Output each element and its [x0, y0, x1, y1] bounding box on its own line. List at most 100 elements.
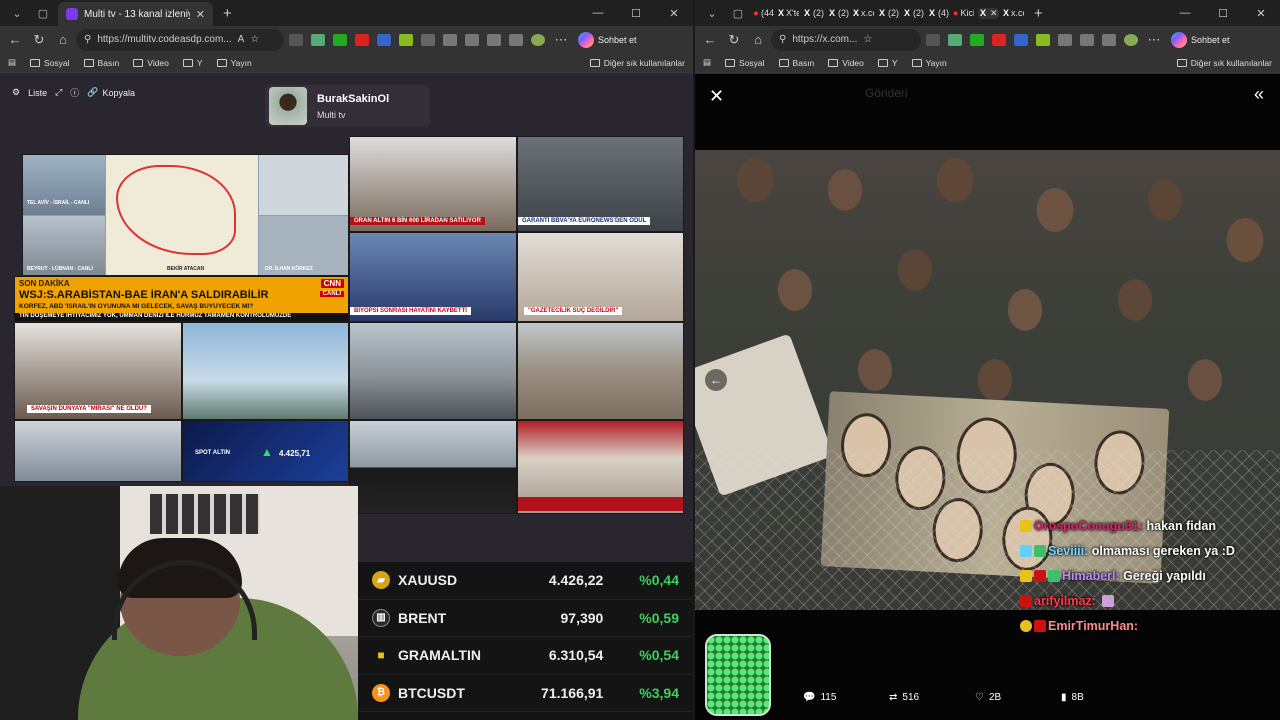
browser-tab[interactable]: X X'te	[778, 8, 799, 18]
channel-feed[interactable]: BİYOPSİ SONRASI HAYATINI KAYBETTİ	[349, 232, 517, 322]
collapse-sidebar-icon[interactable]: «	[1254, 84, 1264, 105]
info-icon[interactable]: ⓘ	[70, 86, 79, 99]
copilot-button[interactable]: Sohbet et	[578, 31, 637, 48]
channel-feed[interactable]	[349, 420, 517, 514]
list-button[interactable]: Liste	[28, 88, 47, 98]
reply-button[interactable]: 💬 115	[803, 692, 889, 703]
bookmark-folder[interactable]: Y	[877, 58, 898, 68]
copilot-button[interactable]: Sohbet et	[1171, 31, 1230, 48]
browser-tab[interactable]: X (2)	[903, 8, 924, 18]
bookmark-folder[interactable]: Yayın	[911, 58, 947, 68]
bookmarks-menu-icon[interactable]: ▤	[703, 57, 711, 68]
downloads-icon[interactable]	[509, 33, 523, 46]
browser-tab[interactable]: X (4)	[928, 8, 949, 18]
minimize-icon[interactable]: —	[1166, 7, 1204, 19]
browser-tab[interactable]: Xx.co	[853, 8, 874, 18]
channel-feed[interactable]: SAVAŞIN DÜNYAYA "MİRASI" NE OLDU?	[14, 322, 182, 420]
extension-icon[interactable]	[443, 33, 457, 46]
bookmark-folder[interactable]: Video	[828, 58, 864, 68]
more-icon[interactable]: ⋯	[1143, 29, 1165, 51]
channel-feed[interactable]	[182, 322, 349, 420]
bookmark-folder[interactable]: Basın	[778, 58, 814, 68]
views-button[interactable]: ▮ 8B	[1061, 692, 1147, 703]
channel-feed[interactable]	[517, 420, 684, 514]
bookmark-folder[interactable]: Sosyal	[30, 58, 70, 68]
new-tab-icon[interactable]: +	[223, 5, 232, 22]
channel-feed[interactable]: "GAZETECİLİK SUÇ DEĞİLDİR"	[517, 232, 684, 322]
refresh-icon[interactable]: ↻	[28, 29, 50, 51]
tab-multitv[interactable]: Multi tv - 13 kanal izleniyor ✕	[58, 2, 213, 26]
browser-tab[interactable]: Xx.co	[1003, 8, 1024, 18]
back-icon[interactable]: ←	[4, 29, 26, 51]
bookmark-folder[interactable]: Y	[182, 58, 203, 68]
address-bar[interactable]: ⚲ https://x.com... ☆	[771, 28, 921, 51]
extension-icon[interactable]	[355, 33, 369, 46]
workspaces-icon[interactable]: ⌄	[6, 3, 28, 23]
bookmark-folder[interactable]: Basın	[83, 58, 119, 68]
refresh-icon[interactable]: ↻	[723, 29, 745, 51]
extension-icon[interactable]	[399, 33, 413, 46]
back-icon[interactable]: ←	[699, 29, 721, 51]
other-bookmarks[interactable]: Diğer sık kullanılanlar	[589, 58, 685, 68]
channel-feed[interactable]	[14, 420, 182, 482]
more-icon[interactable]: ⋯	[550, 29, 572, 51]
like-button[interactable]: ♡ 2B	[975, 692, 1061, 703]
extension-icon[interactable]	[992, 33, 1006, 46]
bookmark-folder[interactable]: Sosyal	[725, 58, 765, 68]
favorites-icon[interactable]	[465, 33, 479, 46]
extension-icon[interactable]	[333, 33, 347, 46]
browser-tab[interactable]: ● (44	[753, 8, 774, 18]
close-tab-icon[interactable]: ✕	[990, 8, 998, 19]
close-icon[interactable]: ✕	[709, 86, 724, 107]
bookmarks-menu-icon[interactable]: ▤	[8, 57, 16, 68]
extension-icon[interactable]	[948, 33, 962, 46]
settings-icon[interactable]: ⚙	[12, 87, 20, 98]
maximize-icon[interactable]: ☐	[1204, 7, 1242, 20]
site-info-icon[interactable]: ⚲	[779, 34, 786, 45]
extension-icon[interactable]	[421, 33, 435, 46]
channel-feed[interactable]	[517, 322, 684, 420]
browser-tab[interactable]: ●Kick	[953, 8, 974, 18]
favorite-star-icon[interactable]: ☆	[863, 34, 872, 45]
repost-button[interactable]: ⇄ 516	[889, 692, 975, 703]
previous-image-icon[interactable]: ←	[705, 369, 727, 391]
other-bookmarks[interactable]: Diğer sık kullanılanlar	[1176, 58, 1272, 68]
extension-icon[interactable]	[1036, 33, 1050, 46]
channel-feed[interactable]: GARANTİ BBVA'YA EURONEWS'DEN ÖDÜL	[517, 136, 684, 232]
extension-icon[interactable]	[970, 33, 984, 46]
channel-feed[interactable]	[349, 322, 517, 420]
close-tab-icon[interactable]: ✕	[196, 8, 205, 21]
spot-gold-feed[interactable]: SPOT ALTIN ▲ 4.425,71	[182, 420, 349, 482]
browser-tab[interactable]: X (2)	[803, 8, 824, 18]
copy-button[interactable]: 🔗 Kopyala	[87, 87, 135, 98]
avatar[interactable]	[1124, 33, 1138, 46]
extension-icon[interactable]	[377, 33, 391, 46]
browser-tab-active[interactable]: X ✕	[978, 7, 999, 19]
cnn-banner[interactable]: SON DAKİKA WSJ:S.ARABİSTAN-BAE İRAN'A SA…	[14, 276, 349, 322]
collections-icon[interactable]	[487, 33, 501, 46]
address-bar[interactable]: ⚲ https://multitv.codeasdp.com... A ☆	[76, 28, 284, 51]
extension-icon[interactable]	[311, 33, 325, 46]
new-tab-icon[interactable]: +	[1034, 5, 1043, 22]
tab-actions-icon[interactable]: ▢	[32, 3, 54, 23]
browser-tab[interactable]: X (2)	[878, 8, 899, 18]
extension-icon[interactable]	[926, 33, 940, 46]
close-window-icon[interactable]: ✕	[1242, 7, 1280, 20]
translate-icon[interactable]: A	[238, 34, 245, 45]
bookmark-folder[interactable]: Video	[133, 58, 169, 68]
channel-feed[interactable]: ORAN ALTIN 6 BİN 600 LİRADAN SATILIYOR	[349, 136, 517, 232]
channel-feed[interactable]: TEL AVİV - İSRAİL - CANLI BEYRUT - LÜBNA…	[22, 154, 349, 276]
minimize-icon[interactable]: —	[579, 7, 617, 19]
favorites-icon[interactable]	[1058, 33, 1072, 46]
avatar[interactable]	[531, 33, 545, 46]
favorite-star-icon[interactable]: ☆	[250, 34, 259, 45]
browser-tab[interactable]: X (2)	[828, 8, 849, 18]
extension-icon[interactable]	[289, 33, 303, 46]
home-icon[interactable]: ⌂	[52, 29, 74, 51]
home-icon[interactable]: ⌂	[747, 29, 769, 51]
downloads-icon[interactable]	[1102, 33, 1116, 46]
site-info-icon[interactable]: ⚲	[84, 34, 91, 45]
close-window-icon[interactable]: ✕	[655, 7, 693, 20]
fullscreen-icon[interactable]: ⤢	[55, 87, 62, 98]
workspaces-icon[interactable]: ⌄	[701, 3, 723, 23]
